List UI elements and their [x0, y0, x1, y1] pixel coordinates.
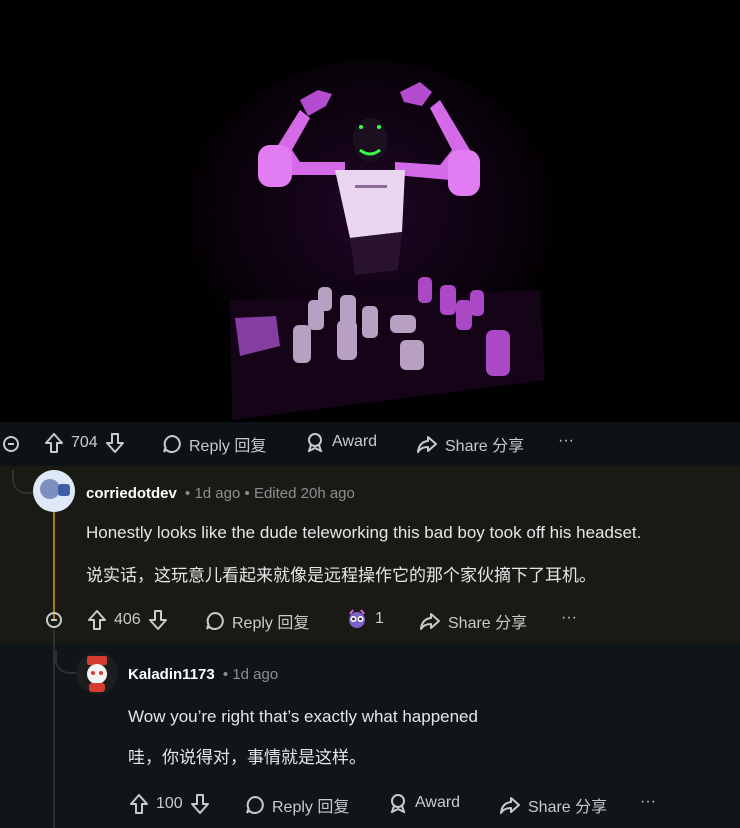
username[interactable]: Kaladin1173 — [128, 666, 215, 683]
award-icon — [390, 794, 406, 813]
downvote-icon[interactable] — [148, 609, 168, 631]
edited-label: Edited 20h ago — [253, 485, 355, 502]
upvote-icon[interactable] — [44, 432, 64, 454]
award-label: Award — [415, 794, 461, 811]
reply-label: Reply 回复 — [272, 799, 350, 816]
vote-count: 406 — [114, 611, 141, 628]
username[interactable]: corriedotdev — [86, 485, 177, 502]
comment-icon — [206, 611, 224, 630]
share-button[interactable]: Share 分享 — [419, 609, 527, 633]
user-avatar-icon — [76, 652, 118, 694]
more-icon[interactable]: ··· — [640, 793, 656, 811]
award-display[interactable]: 1 — [346, 609, 384, 629]
vote-group: 100 — [129, 793, 210, 815]
vote-count: 100 — [156, 795, 183, 812]
avatar[interactable] — [33, 470, 75, 512]
comment-2-action-bar: 100 Reply 回复 Award Share 分享 ··· — [0, 784, 740, 824]
downvote-icon[interactable] — [190, 793, 210, 815]
comment-icon — [246, 795, 264, 814]
collapse-icon[interactable] — [46, 612, 62, 628]
comment-1-action-bar: 406 Reply 回复 1 Share 分享 ··· — [0, 600, 740, 640]
award-button[interactable]: Award — [388, 793, 460, 813]
comment-text-en: Wow you’re right that’s exactly what hap… — [128, 707, 478, 726]
share-button[interactable]: Share 分享 — [416, 432, 524, 456]
more-icon[interactable]: ··· — [561, 609, 577, 627]
reply-button[interactable]: Reply 回复 — [162, 432, 266, 456]
comment-icon — [163, 434, 181, 453]
reply-label: Reply 回复 — [189, 438, 267, 455]
share-icon — [500, 797, 520, 814]
robot-image — [0, 0, 740, 422]
award-icon — [307, 433, 323, 452]
upvote-icon[interactable] — [87, 609, 107, 631]
user-avatar-icon — [33, 470, 75, 512]
vote-group: 704 — [44, 432, 125, 454]
post-video[interactable] — [0, 0, 740, 422]
post-action-bar: 704 Reply 回复 Award Share 分享 ··· — [0, 422, 740, 466]
share-label: Share 分享 — [528, 799, 608, 816]
comment-text-zh: 哇，你说得对，事情就是这样。 — [128, 748, 366, 767]
reply-button[interactable]: Reply 回复 — [205, 609, 309, 633]
comment-text-zh: 说实话，这玩意儿看起来就像是远程操作它的那个家伙摘下了耳机。 — [86, 566, 596, 585]
share-label: Share 分享 — [448, 615, 528, 632]
comment-text-en: Honestly looks like the dude teleworking… — [86, 523, 642, 542]
vote-count: 704 — [71, 434, 98, 451]
more-icon[interactable]: ··· — [558, 432, 574, 450]
downvote-icon[interactable] — [105, 432, 125, 454]
timestamp: 1d ago — [194, 485, 241, 502]
separator: • — [222, 666, 233, 683]
award-button[interactable]: Award — [305, 432, 377, 452]
share-icon — [417, 436, 437, 453]
share-label: Share 分享 — [445, 438, 525, 455]
reply-button[interactable]: Reply 回复 — [245, 793, 349, 817]
award-count: 1 — [375, 610, 384, 627]
separator: • — [244, 485, 254, 502]
award-label: Award — [332, 433, 378, 450]
comment-meta: corriedotdev • 1d ago • Edited 20h ago — [86, 485, 355, 502]
share-button[interactable]: Share 分享 — [499, 793, 607, 817]
collapse-icon[interactable] — [3, 436, 19, 452]
upvote-icon[interactable] — [129, 793, 149, 815]
timestamp: 1d ago — [232, 666, 279, 683]
vote-group: 406 — [87, 609, 168, 631]
award-emoji-icon — [349, 609, 365, 628]
reply-label: Reply 回复 — [232, 615, 310, 632]
comment-meta: Kaladin1173 • 1d ago — [128, 666, 278, 683]
share-icon — [420, 613, 440, 630]
avatar[interactable] — [76, 652, 118, 694]
